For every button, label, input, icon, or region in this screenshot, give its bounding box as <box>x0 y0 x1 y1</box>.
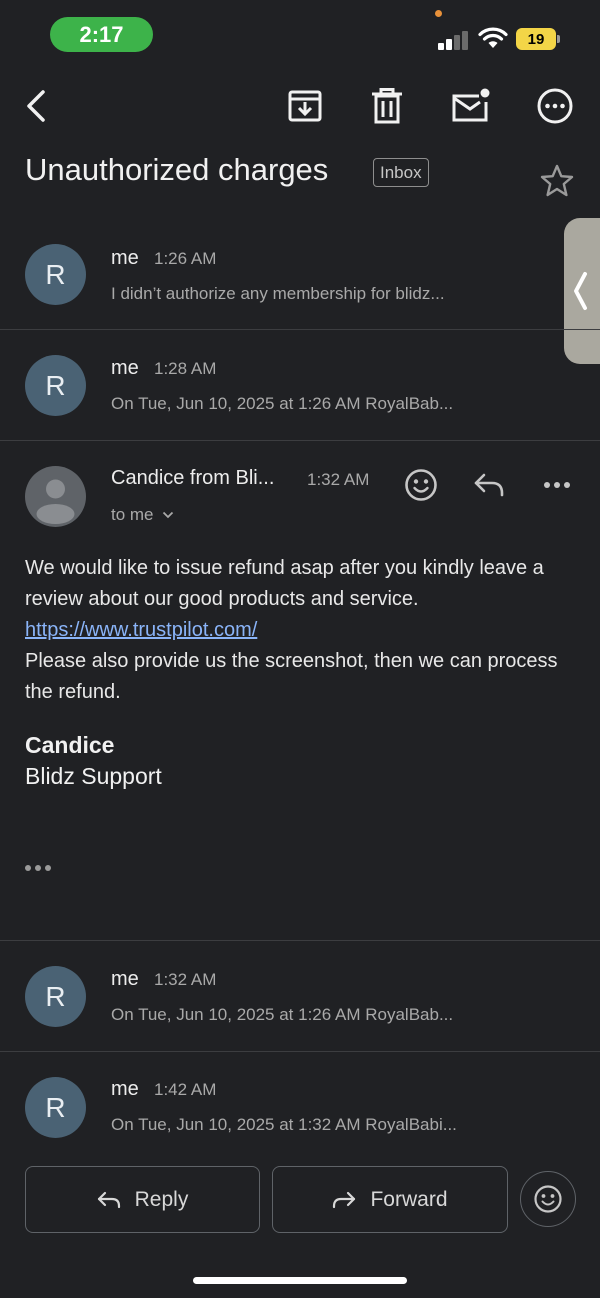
email-subject: Unauthorized charges <box>25 152 329 187</box>
reply-label: Reply <box>134 1187 189 1211</box>
message-snippet: On Tue, Jun 10, 2025 at 1:32 AM RoyalBab… <box>111 1115 457 1134</box>
expanded-message-sender: Candice from Bli... <box>111 467 275 489</box>
show-trimmed-content-button[interactable] <box>25 858 57 878</box>
message-time: 1:28 AM <box>154 359 217 378</box>
trustpilot-link[interactable]: https://www.trustpilot.com/ <box>25 619 257 641</box>
status-time: 2:17 <box>50 17 153 52</box>
message-more-button[interactable] <box>535 463 579 507</box>
react-emoji-button[interactable] <box>520 1171 576 1227</box>
mark-unread-icon <box>452 88 490 122</box>
divider <box>0 329 600 330</box>
battery-nub <box>557 35 560 43</box>
body-paragraph: We would like to issue refund asap after… <box>25 557 544 610</box>
message-sender: me <box>111 1078 139 1100</box>
emoji-icon <box>534 1185 562 1213</box>
avatar: R <box>25 966 86 1027</box>
reply-message-button[interactable] <box>467 463 511 507</box>
recipient-label: to me <box>111 505 154 524</box>
wifi-icon <box>478 27 508 48</box>
add-reaction-button[interactable] <box>399 463 443 507</box>
more-options-button[interactable] <box>531 82 579 130</box>
sender-avatar <box>25 466 86 527</box>
message-sender: me <box>111 357 139 379</box>
signature-organization: Blidz Support <box>25 763 162 789</box>
body-paragraph: Please also provide us the screenshot, t… <box>25 650 558 703</box>
battery-level: 19 <box>527 30 545 48</box>
archive-icon <box>288 90 322 122</box>
divider <box>0 440 600 441</box>
reply-icon <box>97 1191 120 1208</box>
star-icon[interactable] <box>538 162 576 200</box>
avatar: R <box>25 244 86 305</box>
delete-button[interactable] <box>363 82 411 130</box>
message-time: 1:42 AM <box>154 1080 217 1099</box>
reply-icon <box>474 473 504 497</box>
message-snippet: On Tue, Jun 10, 2025 at 1:26 AM RoyalBab… <box>111 1005 454 1024</box>
signature-name: Candice <box>25 732 115 758</box>
message-sender: me <box>111 247 139 269</box>
battery-indicator: 19 <box>516 28 556 50</box>
email-screen: 2:17 19 Unauthorized charges Inbox R me … <box>0 0 600 1298</box>
privacy-indicator-dot <box>435 10 442 17</box>
thread-message-collapsed[interactable]: R me 1:28 AM On Tue, Jun 10, 2025 at 1:2… <box>0 331 600 440</box>
cellular-signal-icon <box>438 30 470 50</box>
expanded-message-time: 1:32 AM <box>307 470 370 489</box>
message-sender: me <box>111 968 139 990</box>
forward-icon <box>333 1191 356 1208</box>
back-arrow-icon <box>27 90 45 122</box>
home-indicator[interactable] <box>193 1277 407 1284</box>
thread-message-collapsed[interactable]: R me 1:42 AM On Tue, Jun 10, 2025 at 1:3… <box>0 1052 600 1152</box>
trash-icon <box>372 88 402 124</box>
message-time: 1:32 AM <box>154 970 217 989</box>
person-placeholder-icon <box>36 479 75 524</box>
status-bar: 2:17 19 <box>0 0 600 70</box>
inbox-label-badge[interactable]: Inbox <box>373 158 429 187</box>
archive-button[interactable] <box>281 82 329 130</box>
message-snippet: I didn’t authorize any membership for bl… <box>111 284 445 303</box>
message-snippet: On Tue, Jun 10, 2025 at 1:26 AM RoyalBab… <box>111 394 454 413</box>
more-horizontal-icon <box>544 482 570 488</box>
forward-label: Forward <box>370 1187 448 1211</box>
back-button[interactable] <box>12 82 60 130</box>
reply-button[interactable]: Reply <box>25 1166 260 1233</box>
more-options-icon <box>537 88 573 124</box>
avatar: R <box>25 355 86 416</box>
thread-message-collapsed[interactable]: R me 1:26 AM I didn’t authorize any memb… <box>0 220 600 330</box>
message-body: We would like to issue refund asap after… <box>25 553 565 708</box>
emoji-icon <box>405 469 437 501</box>
thread-message-collapsed[interactable]: R me 1:32 AM On Tue, Jun 10, 2025 at 1:2… <box>0 941 600 1051</box>
mark-unread-button[interactable] <box>446 82 494 130</box>
forward-button[interactable]: Forward <box>272 1166 508 1233</box>
chevron-down-icon <box>162 511 173 519</box>
avatar: R <box>25 1077 86 1138</box>
message-time: 1:26 AM <box>154 249 217 268</box>
recipient-details-toggle[interactable]: to me <box>111 505 174 525</box>
